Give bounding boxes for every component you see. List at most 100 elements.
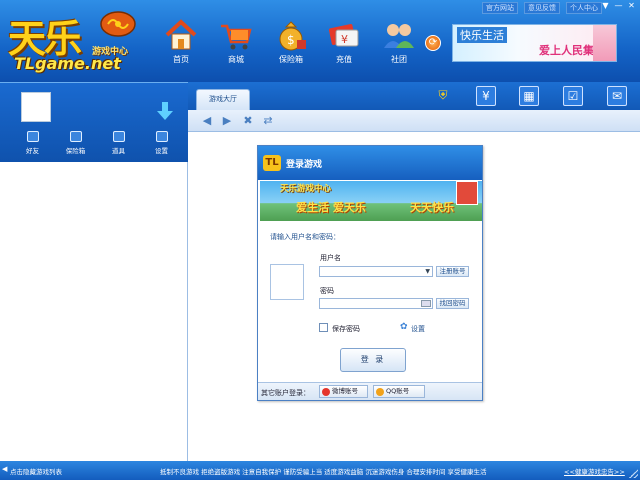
password-input[interactable] <box>319 298 433 309</box>
minimize-icon[interactable]: — <box>613 1 624 11</box>
weibo-icon <box>322 388 330 396</box>
safe-icon <box>69 131 82 142</box>
qq-login-label: QQ账号 <box>386 387 410 395</box>
recover-password-button[interactable]: 找回密码 <box>436 298 469 309</box>
tool-props[interactable]: 道具 <box>97 131 140 155</box>
nav-safe[interactable]: $ 保险箱 <box>266 18 316 65</box>
username-label: 用户名 <box>320 254 341 262</box>
password-label: 密码 <box>320 287 334 295</box>
nav-recharge[interactable]: ¥ 充值 <box>319 18 369 65</box>
login-banner: 天乐游戏中心 爱生活 爱天乐 天天快乐 <box>260 181 482 221</box>
weibo-login-button[interactable]: 微博账号 <box>319 385 368 398</box>
tlgame-logo[interactable]: 天乐 游戏中心 TLgame.net <box>6 4 141 76</box>
top-links: 官方网站 意见反馈 个人中心 <box>482 2 602 14</box>
content-header: 游戏大厅 ⛨ ¥ ▦ ☑ ✉ <box>188 82 640 110</box>
user-avatar[interactable] <box>21 92 51 122</box>
refresh-icon[interactable]: ⟳ <box>425 35 441 51</box>
nav-home[interactable]: 首页 <box>156 18 206 65</box>
register-button[interactable]: 注册账号 <box>436 266 469 277</box>
props-icon <box>112 131 125 142</box>
logo-domain-text: TLgame.net <box>14 54 121 73</box>
tab-game-lobby[interactable]: 游戏大厅 <box>196 89 250 110</box>
keyboard-icon[interactable] <box>421 300 431 307</box>
status-bar: ◀ 点击隐藏游戏列表 抵制不良游戏 拒绝盗版游戏 注意自我保护 谨防受骗上当 适… <box>0 461 640 480</box>
gift-icon[interactable]: ▦ <box>519 86 539 106</box>
tool-safe-label: 保险箱 <box>65 147 86 155</box>
close-icon[interactable]: ✕ <box>626 1 637 11</box>
tl-logo-icon: TL <box>263 155 281 171</box>
nav-recharge-label: 充值 <box>336 55 352 64</box>
tool-props-label: 道具 <box>112 147 125 155</box>
money-bag-icon: $ <box>279 21 306 51</box>
nav-mall[interactable]: 商城 <box>211 18 261 65</box>
game-list[interactable] <box>0 162 188 461</box>
chevron-down-icon[interactable]: ▼ <box>425 268 430 275</box>
dialog-titlebar: TL 登录游戏 <box>258 146 482 180</box>
nav-mall-label: 商城 <box>228 55 244 64</box>
tool-friends[interactable]: 好友 <box>11 131 54 155</box>
remember-password-checkbox[interactable] <box>319 323 328 332</box>
home-icon <box>165 19 197 50</box>
nav-home-label: 首页 <box>173 55 189 64</box>
username-input[interactable]: ▼ <box>319 266 433 277</box>
forward-arrow-icon[interactable]: ▶ <box>221 115 233 127</box>
nav-group-label: 社团 <box>391 55 407 64</box>
mail-icon[interactable]: ✉ <box>607 86 627 106</box>
card-recharge-icon: ¥ <box>328 24 359 47</box>
qq-icon <box>376 388 384 396</box>
health-notice: 抵制不良游戏 拒绝盗版游戏 注意自我保护 谨防受骗上当 适度游戏益脑 沉迷游戏伤… <box>160 468 487 476</box>
group-icon <box>384 24 414 48</box>
qq-login-button[interactable]: QQ账号 <box>373 385 425 398</box>
yen-icon[interactable]: ¥ <box>476 86 496 106</box>
svg-text:¥: ¥ <box>341 33 348 46</box>
hide-game-list-link[interactable]: 点击隐藏游戏列表 <box>10 466 62 476</box>
weibo-login-label: 微博账号 <box>332 387 358 395</box>
svg-text:$: $ <box>287 33 295 47</box>
tool-friends-label: 好友 <box>26 147 39 155</box>
login-banner-slogan2: 天天快乐 <box>410 201 454 214</box>
other-login-bar: 其它账户登录： 微博账号 QQ账号 <box>258 382 482 400</box>
top-header: 天乐 游戏中心 TLgame.net 首页 商城 $ 保险箱 ¥ 充值 社团 ⟳… <box>0 0 640 82</box>
official-site-link[interactable]: 官方网站 <box>482 2 518 14</box>
nav-group[interactable]: 社团 <box>374 18 424 65</box>
login-button[interactable]: 登 录 <box>340 348 406 372</box>
tool-settings[interactable]: 设置 <box>140 131 183 155</box>
back-arrow-icon[interactable]: ◀ <box>201 115 213 127</box>
shopping-cart-icon <box>221 24 252 50</box>
nav-safe-label: 保险箱 <box>279 55 303 64</box>
user-tools: 好友 保险箱 道具 设置 <box>0 131 188 155</box>
window-controls: ▼ — ✕ <box>600 1 637 11</box>
menu-dropdown-icon[interactable]: ▼ <box>600 1 611 11</box>
house-icon <box>456 181 478 205</box>
collapse-arrow-icon[interactable]: ◀ <box>2 465 7 473</box>
feedback-link[interactable]: 意见反馈 <box>524 2 560 14</box>
other-login-label: 其它账户登录： <box>261 389 310 397</box>
stop-icon[interactable]: ✖ <box>242 115 254 127</box>
login-avatar <box>270 264 304 300</box>
browser-toolbar: ◀ ▶ ✖ ⇄ <box>188 110 640 132</box>
checkbox-icon[interactable]: ☑ <box>563 86 583 106</box>
download-arrow-icon[interactable] <box>156 101 174 121</box>
gear-icon[interactable]: ✿ <box>400 323 409 332</box>
refresh-arrows-icon[interactable]: ⇄ <box>262 115 274 127</box>
login-banner-slogan1: 爱生活 爱天乐 <box>296 201 366 214</box>
dialog-title: 登录游戏 <box>286 160 323 170</box>
banner-line1: 快乐生活 <box>457 27 507 43</box>
ad-banner[interactable]: 快乐生活 爱上人民集体 <box>452 24 617 62</box>
settings-icon <box>155 131 168 142</box>
banner-figure <box>593 25 616 61</box>
cloud-emblem-icon <box>100 11 136 37</box>
login-banner-top: 天乐游戏中心 <box>280 184 332 194</box>
personal-center-link[interactable]: 个人中心 <box>566 2 602 14</box>
settings-link[interactable]: 设置 <box>411 324 425 334</box>
tool-settings-label: 设置 <box>155 147 168 155</box>
login-dialog: TL 登录游戏 天乐游戏中心 爱生活 爱天乐 天天快乐 请输入用户名和密码： 用… <box>257 145 483 401</box>
user-panel: 好友 保险箱 道具 设置 <box>0 82 188 162</box>
tool-safe[interactable]: 保险箱 <box>54 131 97 155</box>
resize-grip-icon[interactable] <box>629 469 638 478</box>
remember-password-label: 保存密码 <box>332 325 360 333</box>
login-prompt: 请输入用户名和密码： <box>270 233 340 241</box>
friends-icon <box>26 131 39 142</box>
shield-icon[interactable]: ⛨ <box>433 86 453 106</box>
health-advice-link[interactable]: <<健康游戏忠告>> <box>564 466 625 476</box>
